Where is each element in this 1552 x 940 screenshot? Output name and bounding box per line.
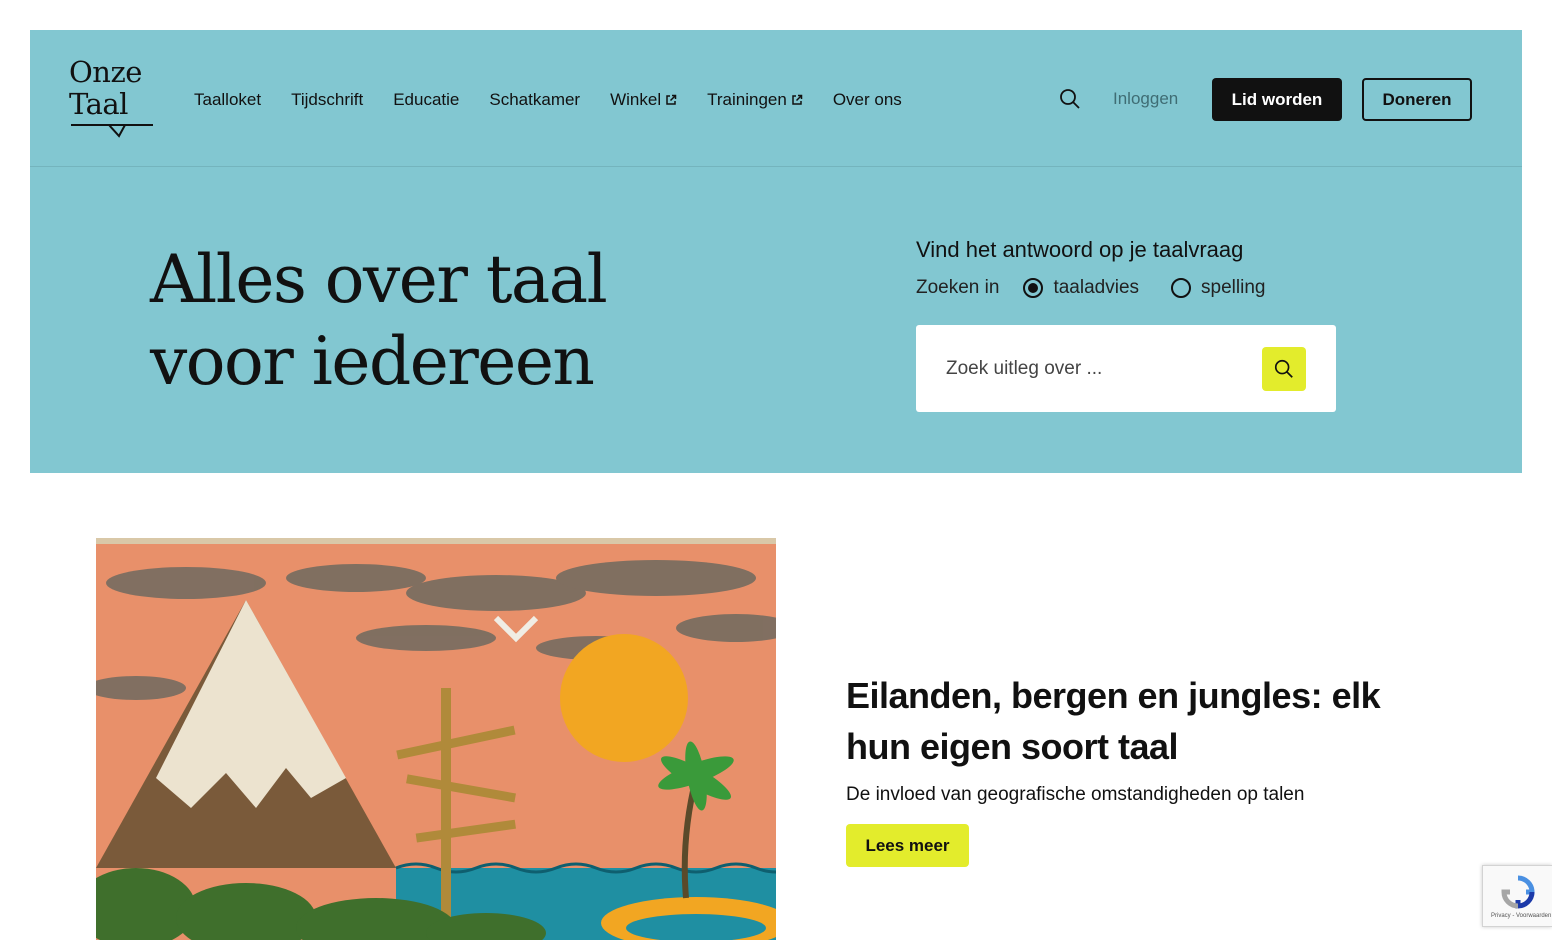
radio-spelling[interactable]: spelling [1171, 277, 1265, 299]
logo-line-2: Taal [69, 87, 128, 121]
logo-line-1: Onze [69, 55, 142, 89]
recaptcha-icon [1501, 875, 1535, 909]
site-header: Onze Taal Taalloket Tijdschrift Educatie… [30, 30, 1522, 167]
read-more-button[interactable]: Lees meer [846, 824, 969, 867]
hero-title-line-2: voor iedereen [150, 323, 595, 400]
join-button[interactable]: Lid worden [1212, 78, 1342, 121]
search-icon [1274, 359, 1293, 378]
nav-item-winkel[interactable]: Winkel [610, 88, 677, 112]
onze-taal-logo[interactable]: Onze Taal [69, 58, 159, 142]
article-subtitle: De invloed van geografische omstandighed… [846, 784, 1305, 805]
nav-item-trainingen[interactable]: Trainingen [707, 88, 803, 112]
nav-label: Educatie [393, 90, 460, 109]
search-input[interactable] [946, 354, 1246, 384]
radio-unchecked-icon[interactable] [1171, 278, 1192, 298]
nav-label: Winkel [610, 90, 662, 109]
nav-item-educatie[interactable]: Educatie [393, 88, 459, 112]
radio-label: taaladvies [1053, 277, 1140, 298]
hero-title-line-1: Alles over taal [150, 241, 608, 318]
radio-taaladvies[interactable]: taaladvies [1023, 277, 1139, 299]
scope-label: Zoeken in [916, 277, 1000, 298]
search-heading: Vind het antwoord op je taalvraag [916, 237, 1244, 262]
donate-button[interactable]: Doneren [1362, 78, 1472, 121]
hero-title: Alles over taal voor iedereen [150, 239, 710, 403]
login-link[interactable]: Inloggen [1113, 89, 1178, 109]
search-submit-button[interactable] [1262, 347, 1306, 391]
external-link-icon [666, 94, 677, 105]
nav-label: Taalloket [194, 90, 262, 109]
radio-label: spelling [1201, 277, 1266, 298]
recaptcha-text[interactable]: Privacy - Voorwaarden [1491, 913, 1551, 919]
nav-item-over-ons[interactable]: Over ons [833, 88, 902, 112]
nav-item-tijdschrift[interactable]: Tijdschrift [291, 88, 363, 112]
recaptcha-badge[interactable]: Privacy - Voorwaarden [1482, 865, 1552, 927]
nav-label: Trainingen [707, 90, 787, 109]
main-nav: Taalloket Tijdschrift Educatie Schatkame… [194, 88, 932, 112]
search-box [916, 325, 1336, 412]
nav-label: Tijdschrift [291, 90, 364, 109]
hero-section: Alles over taal voor iedereen Vind het a… [30, 167, 1522, 473]
search-icon[interactable] [1058, 87, 1082, 111]
search-scope: Zoeken in taaladvies spelling [916, 277, 1297, 299]
nav-label: Over ons [832, 90, 902, 109]
feature-illustration[interactable] [96, 538, 776, 940]
nav-label: Schatkamer [489, 90, 581, 109]
island-mountain-illustration [96, 538, 776, 940]
speech-bubble-icon [71, 124, 153, 138]
nav-item-schatkamer[interactable]: Schatkamer [489, 88, 580, 112]
external-link-icon [792, 94, 803, 105]
radio-checked-icon[interactable] [1023, 278, 1044, 298]
article-title[interactable]: Eilanden, bergen en jungles: elk hun eig… [846, 670, 1406, 772]
nav-item-taalloket[interactable]: Taalloket [194, 88, 261, 112]
